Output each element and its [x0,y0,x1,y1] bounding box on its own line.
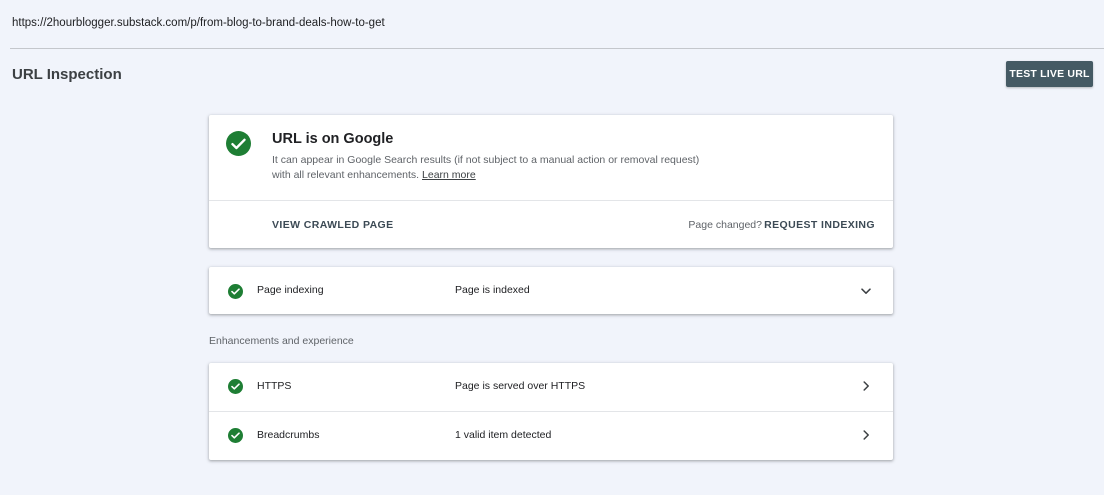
enhancement-label: HTTPS [257,380,292,392]
url-bar[interactable]: https://2hourblogger.substack.com/p/from… [10,0,1104,49]
test-live-url-button[interactable]: TEST LIVE URL [1006,61,1093,87]
enhancement-value: Page is served over HTTPS [455,380,586,392]
page-title: URL Inspection [12,66,122,83]
chevron-down-icon[interactable] [860,285,872,297]
page-indexing-value: Page is indexed [455,284,530,296]
learn-more-link[interactable]: Learn more [422,169,476,181]
index-status-description: It can appear in Google Search results (… [272,153,712,183]
index-status-card: URL is on Google It can appear in Google… [209,115,893,248]
page-indexing-card: Page indexing Page is indexed [209,267,893,314]
request-indexing-button[interactable]: REQUEST INDEXING [764,219,875,231]
view-crawled-page-button[interactable]: VIEW CRAWLED PAGE [272,219,394,231]
page-changed-text: Page changed? [688,219,762,231]
card-divider [209,200,893,201]
enhancement-row-https[interactable]: HTTPS Page is served over HTTPS [209,363,893,411]
index-status-description-text: It can appear in Google Search results (… [272,154,700,181]
check-circle-icon [228,379,243,394]
enhancements-card: HTTPS Page is served over HTTPS Breadcru… [209,363,893,460]
index-status-title: URL is on Google [272,131,394,147]
chevron-right-icon[interactable] [860,380,872,392]
check-circle-icon [228,428,243,443]
chevron-right-icon[interactable] [860,429,872,441]
page-indexing-label: Page indexing [257,284,324,296]
check-circle-icon [228,284,243,299]
inspected-url[interactable]: https://2hourblogger.substack.com/p/from… [12,17,385,29]
enhancement-value: 1 valid item detected [455,429,552,441]
check-circle-icon [226,131,251,156]
enhancement-row-breadcrumbs[interactable]: Breadcrumbs 1 valid item detected [209,412,893,460]
enhancements-section-heading: Enhancements and experience [209,335,354,347]
page-indexing-row[interactable]: Page indexing Page is indexed [209,267,893,315]
enhancement-label: Breadcrumbs [257,429,320,441]
